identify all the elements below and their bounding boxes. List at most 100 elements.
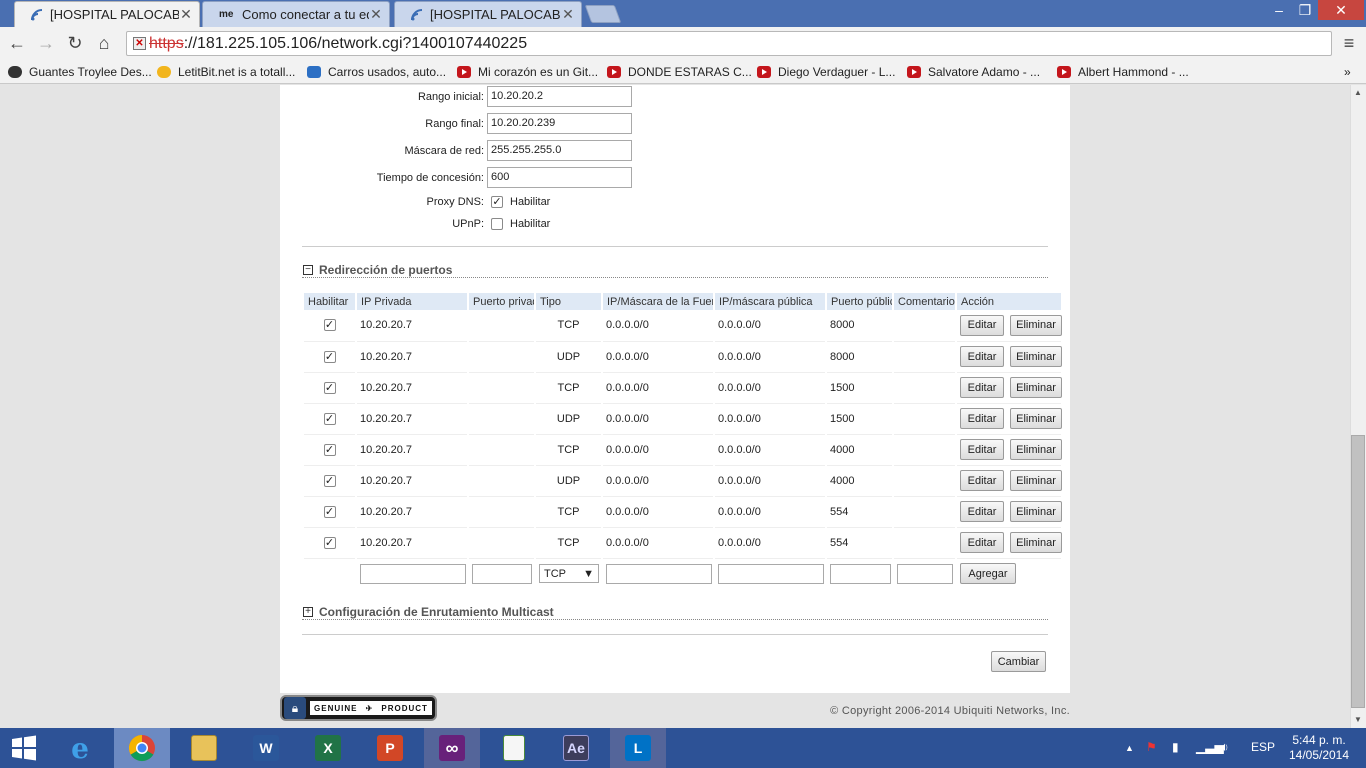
bookmark-item[interactable]: DONDE ESTARAS C... [607,63,752,80]
add-button[interactable]: Agregar [960,563,1016,585]
new-tab-button[interactable] [584,5,622,23]
edit-button[interactable]: Editar [960,470,1004,491]
row-enable-checkbox[interactable]: ✓ [323,536,336,549]
bookmark-item[interactable]: Guantes Troylee Des... [8,63,152,80]
taskbar-app-chrome[interactable] [114,728,170,768]
close-tab-icon[interactable]: ✕ [369,6,383,23]
edit-button[interactable]: Editar [960,408,1004,429]
new-public-ip-input[interactable] [718,563,824,584]
dns-proxy-checkbox[interactable]: ✓ [491,196,503,208]
bookmark-item[interactable]: Diego Verdaguer - L... [757,63,895,80]
edit-button[interactable]: Editar [960,346,1004,367]
edit-button[interactable]: Editar [960,532,1004,553]
collapse-icon: − [303,265,313,275]
show-hidden-icons[interactable]: ▲ [1125,743,1134,753]
divider [302,619,1048,620]
change-button[interactable]: Cambiar [991,651,1046,672]
new-source-input[interactable] [606,563,712,584]
back-icon[interactable]: ← [6,33,28,53]
table-row: ✓ 10.20.20.7 TCP 0.0.0.0/0 0.0.0.0/0 554 Edita… [304,496,1063,528]
lease-time-input[interactable]: 600 [487,167,632,188]
language-indicator[interactable]: ESP [1251,740,1275,754]
close-tab-icon[interactable]: ✕ [561,6,575,23]
clock[interactable]: 5:44 p. m. 14/05/2014 [1284,733,1354,763]
reload-icon[interactable]: ↻ [64,33,86,53]
scroll-down-icon[interactable]: ▼ [1354,715,1362,724]
forward-icon[interactable]: → [35,33,57,53]
delete-button[interactable]: Eliminar [1010,314,1062,336]
cell-comment [893,372,957,404]
bookmarks-overflow-button[interactable]: » [1344,63,1351,80]
taskbar-app-powerpoint[interactable]: P [362,728,418,768]
action-center-icon[interactable]: ⚑ [1146,740,1157,754]
minimize-button[interactable]: – [1266,0,1292,20]
scroll-up-icon[interactable]: ▲ [1354,88,1362,97]
new-type-select[interactable]: TCP ▼ [539,564,599,584]
taskbar-app-explorer[interactable] [176,728,232,768]
cell-private-port [468,496,536,528]
close-window-button[interactable]: ✕ [1318,0,1364,20]
range-start-input[interactable]: 10.20.20.2 [487,86,632,107]
row-enable-checkbox[interactable]: ✓ [323,381,336,394]
row-enable-checkbox[interactable]: ✓ [323,474,336,487]
restore-button[interactable]: ❐ [1292,0,1318,20]
bookmark-item[interactable]: Mi corazón es un Git... [457,63,598,80]
delete-button[interactable]: Eliminar [1010,470,1062,491]
home-icon[interactable]: ⌂ [93,33,115,53]
chrome-icon [128,734,155,762]
taskbar-app-excel[interactable]: X [300,728,356,768]
edit-button[interactable]: Editar [960,377,1004,398]
range-end-input[interactable]: 10.20.20.239 [487,113,632,134]
cell-source: 0.0.0.0/0 [602,434,715,466]
tab-como-conectar[interactable]: me Como conectar a tu equip ✕ [202,1,390,27]
new-public-port-input[interactable] [830,563,891,584]
tab-hospital-2[interactable]: [HOSPITAL PALOCABILDO ✕ [394,1,582,27]
close-tab-icon[interactable]: ✕ [179,6,193,23]
bookmark-item[interactable]: LetitBit.net is a totall... [157,63,295,80]
delete-button[interactable]: Eliminar [1010,532,1062,553]
delete-button[interactable]: Eliminar [1010,501,1062,522]
row-enable-checkbox[interactable]: ✓ [323,350,336,363]
new-private-port-input[interactable] [472,563,532,584]
taskbar-app-ie[interactable]: e [52,728,108,768]
network-signal-icon[interactable]: ▁▃▅ [1196,740,1224,754]
taskbar-app-notepad[interactable] [486,728,542,768]
bookmark-item[interactable]: Carros usados, auto... [307,63,446,80]
port-forward-section-toggle[interactable]: − Redirección de puertos [303,263,452,277]
delete-button[interactable]: Eliminar [1010,377,1062,398]
new-private-ip-input[interactable] [360,563,466,584]
taskbar-app-aftereffects[interactable]: Ae [548,728,604,768]
edit-button[interactable]: Editar [960,439,1004,460]
address-bar[interactable]: ✕ https://181.225.105.106/network.cgi?14… [126,31,1332,56]
row-enable-checkbox[interactable]: ✓ [323,319,336,332]
new-comment-input[interactable] [897,563,953,584]
taskbar-app-word[interactable]: W [238,728,294,768]
bookmark-item[interactable]: Salvatore Adamo - ... [907,63,1040,80]
after-effects-icon: Ae [563,735,589,761]
cell-private-port [468,372,536,404]
scrollbar-thumb[interactable] [1351,435,1365,708]
table-row: ✓ 10.20.20.7 TCP 0.0.0.0/0 0.0.0.0/0 8000 Edit… [304,310,1063,342]
row-enable-checkbox[interactable]: ✓ [323,505,336,518]
multicast-section-toggle[interactable]: + Configuración de Enrutamiento Multicas… [303,605,554,619]
row-enable-checkbox[interactable]: ✓ [323,412,336,425]
upnp-checkbox[interactable] [491,218,503,230]
tab-hospital-active[interactable]: [HOSPITAL PALOCABILDO ✕ [14,1,200,27]
delete-button[interactable]: Eliminar [1010,346,1062,367]
volume-icon[interactable]: 🔉︎ [1221,740,1229,755]
edit-button[interactable]: Editar [960,314,1004,336]
start-button[interactable] [0,728,48,768]
netmask-label: Máscara de red: [404,145,484,157]
edit-button[interactable]: Editar [960,501,1004,522]
taskbar-app-visualstudio[interactable]: ∞ [424,728,480,768]
netmask-input[interactable]: 255.255.255.0 [487,140,632,161]
bookmark-item[interactable]: Albert Hammond - ... [1057,63,1189,80]
delete-button[interactable]: Eliminar [1010,439,1062,460]
insecure-lock-icon[interactable]: ✕ [133,37,146,50]
taskbar-app-lync[interactable]: L [610,728,666,768]
row-enable-checkbox[interactable]: ✓ [323,443,336,456]
power-icon[interactable]: ▮ [1172,740,1179,754]
router-config-page: Rango inicial: 10.20.20.2 Rango final: 1… [280,85,1070,693]
menu-icon[interactable]: ≡ [1338,33,1360,53]
delete-button[interactable]: Eliminar [1010,408,1062,429]
